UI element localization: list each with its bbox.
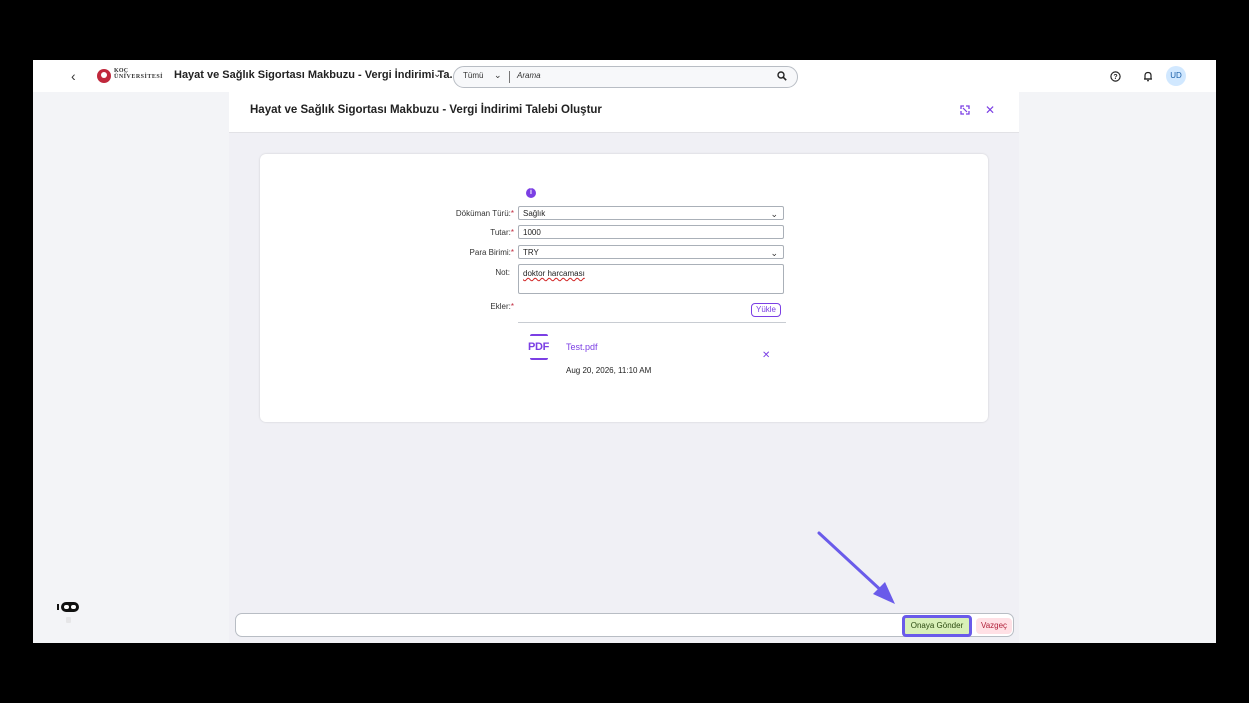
- help-icon[interactable]: ?: [1110, 71, 1121, 82]
- search-divider: [509, 71, 510, 83]
- search-bar[interactable]: Tümü ⌄ Arama: [453, 66, 798, 88]
- pdf-icon-text: PDF: [528, 341, 550, 353]
- currency-label: Para Birimi:*: [469, 248, 514, 257]
- upload-button[interactable]: Yükle: [751, 303, 781, 317]
- svg-text:?: ?: [1113, 74, 1117, 81]
- logo-seal-icon: [97, 69, 111, 83]
- dialog-footer: Onaya Gönder Vazgeç: [235, 613, 1014, 637]
- currency-value: TRY: [523, 248, 539, 257]
- app-screen: ‹ KOÇ ÜNİVERSİTESİ Hayat ve Sağlık Sigor…: [33, 60, 1216, 643]
- currency-select[interactable]: TRY ⌄: [518, 245, 784, 259]
- amount-input[interactable]: 1000: [518, 225, 784, 239]
- remove-attachment-icon[interactable]: ✕: [762, 351, 770, 361]
- app-title[interactable]: Hayat ve Sağlık Sigortası Makbuzu - Verg…: [174, 69, 459, 81]
- chevron-down-icon[interactable]: ⌄: [770, 246, 778, 260]
- search-icon[interactable]: [777, 71, 787, 81]
- attachment-date: Aug 20, 2026, 11:10 AM: [566, 366, 652, 375]
- cancel-button[interactable]: Vazgeç: [976, 618, 1012, 634]
- document-type-label: Döküman Türü:*: [455, 209, 514, 218]
- chevron-down-icon[interactable]: ⌄: [770, 207, 778, 221]
- widget-handle: [66, 617, 71, 623]
- chevron-down-icon[interactable]: ⌄: [494, 70, 502, 81]
- document-type-value: Sağlık: [523, 209, 546, 218]
- assistant-widget-icon[interactable]: [57, 602, 81, 614]
- amount-label: Tutar:*: [490, 228, 514, 237]
- note-textarea[interactable]: doktor harcaması: [518, 264, 784, 294]
- widget-pill: [61, 602, 79, 612]
- bell-icon[interactable]: [1143, 71, 1153, 82]
- note-label: Not:: [495, 268, 510, 277]
- attachment-file-link[interactable]: Test.pdf: [566, 342, 598, 352]
- amount-value: 1000: [523, 228, 541, 237]
- logo-line-2: ÜNİVERSİTESİ: [114, 74, 164, 80]
- expand-icon[interactable]: [960, 105, 970, 115]
- pointer-arrow-icon: [817, 531, 895, 604]
- close-icon[interactable]: ✕: [985, 104, 995, 116]
- dialog-title: Hayat ve Sağlık Sigortası Makbuzu - Verg…: [250, 104, 602, 116]
- chevron-down-icon[interactable]: ⌄: [433, 69, 441, 80]
- note-value: doktor harcaması: [523, 269, 585, 278]
- attachments-divider: [518, 322, 786, 323]
- submit-for-approval-button[interactable]: Onaya Gönder: [902, 615, 972, 637]
- avatar[interactable]: UD: [1166, 66, 1186, 86]
- form-card: i Döküman Türü:* Sağlık ⌄ Tutar:* 1000 P…: [260, 154, 988, 422]
- shell-bar: ‹ KOÇ ÜNİVERSİTESİ Hayat ve Sağlık Sigor…: [33, 60, 1216, 92]
- pdf-file-icon: PDF: [528, 334, 554, 360]
- back-icon[interactable]: ‹: [71, 69, 83, 83]
- attachments-label: Ekler:*: [490, 302, 514, 311]
- dialog-header: Hayat ve Sağlık Sigortası Makbuzu - Verg…: [229, 92, 1019, 133]
- search-input[interactable]: Arama: [517, 71, 541, 80]
- info-icon[interactable]: i: [526, 188, 536, 198]
- search-scope-select[interactable]: Tümü: [463, 71, 483, 80]
- university-logo[interactable]: KOÇ ÜNİVERSİTESİ: [97, 68, 163, 84]
- widget-bar: [57, 604, 59, 610]
- document-type-select[interactable]: Sağlık ⌄: [518, 206, 784, 220]
